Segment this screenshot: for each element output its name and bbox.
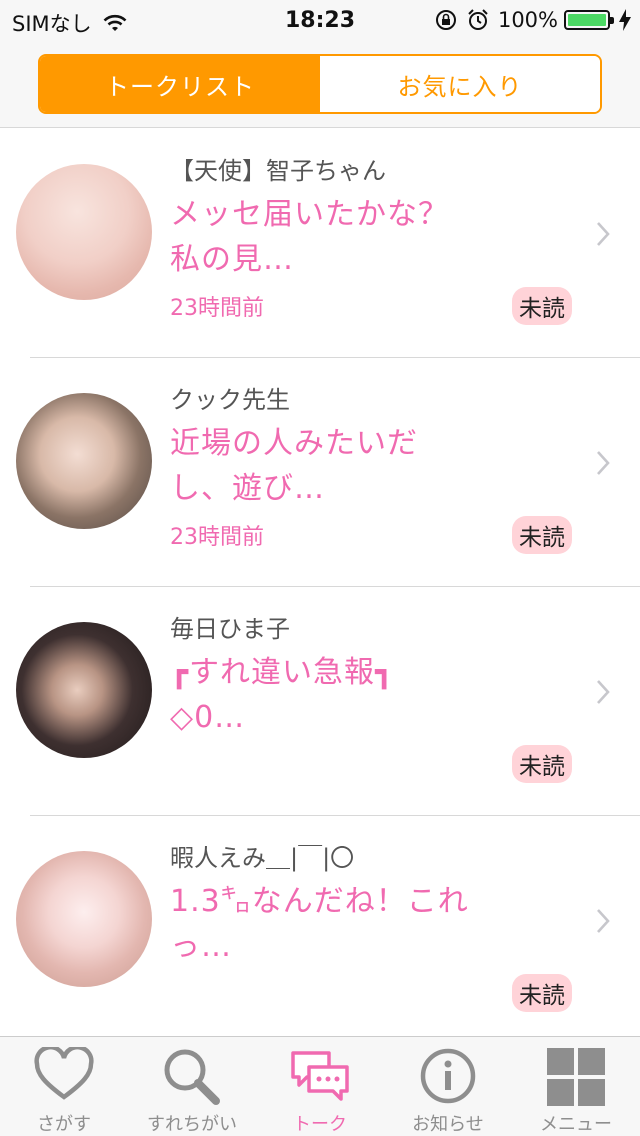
heart-icon xyxy=(34,1047,94,1100)
tab-surechigai[interactable]: すれちがい xyxy=(128,1037,256,1136)
conversation-list: 【天使】智子ちゃん メッセ届いたかな？ 私の見… 23時間前 未読 クック先生 … xyxy=(0,129,640,1045)
avatar xyxy=(16,393,152,529)
conversation-row[interactable]: 毎日ひま子 ┏すれ違い急報┓ ◇0… 未読 xyxy=(0,587,640,816)
charging-icon xyxy=(619,9,631,31)
conversation-row[interactable]: クック先生 近場の人みたいだ し、遊び… 23時間前 未読 xyxy=(0,358,640,587)
conversation-name: 暇人えみ＿|￣|〇 xyxy=(170,844,355,872)
conversation-time: 23時間前 xyxy=(170,296,264,321)
chevron-right-icon xyxy=(597,451,610,475)
search-icon xyxy=(164,1049,220,1105)
chat-icon xyxy=(291,1051,349,1101)
tab-talk[interactable]: トーク xyxy=(256,1037,384,1136)
conversation-row[interactable]: 【天使】智子ちゃん メッセ届いたかな？ 私の見… 23時間前 未読 xyxy=(0,129,640,358)
tab-label: メニュー xyxy=(540,1114,612,1135)
message-line: ┏すれ違い急報┓ xyxy=(170,655,395,690)
message-line: メッセ届いたかな？ xyxy=(170,197,449,232)
battery-tip xyxy=(610,17,614,24)
segmented-control: トークリスト お気に入り xyxy=(38,54,602,114)
conversation-name: 【天使】智子ちゃん xyxy=(170,157,386,185)
tab-label: すれちがい xyxy=(147,1114,237,1135)
status-bar: SIMなし 18:23 100% xyxy=(0,0,640,40)
message-line: 私の見… xyxy=(170,242,294,277)
bottom-tab-bar: さがす すれちがい トーク お知らせ メニュー xyxy=(0,1036,640,1136)
message-line: 1.3㌔なんだね！これ xyxy=(170,884,469,919)
header: トークリスト お気に入り xyxy=(0,40,640,128)
avatar xyxy=(16,851,152,987)
status-right: 100% xyxy=(434,8,632,32)
unread-badge: 未読 xyxy=(512,745,572,783)
chevron-right-icon xyxy=(597,680,610,704)
battery-percent: 100% xyxy=(497,8,558,32)
chevron-right-icon xyxy=(597,909,610,933)
tab-menu[interactable]: メニュー xyxy=(512,1037,640,1136)
message-line: し、遊び… xyxy=(170,471,325,506)
conversation-message: 近場の人みたいだ し、遊び… xyxy=(170,421,500,511)
conversation-message: 1.3㌔なんだね！これ っ… xyxy=(170,879,500,969)
unread-badge: 未読 xyxy=(512,287,572,325)
info-icon xyxy=(420,1048,476,1104)
battery-icon xyxy=(564,10,614,30)
tab-search[interactable]: さがす xyxy=(0,1037,128,1136)
tab-label: お知らせ xyxy=(412,1114,484,1135)
conversation-time: 23時間前 xyxy=(170,525,264,550)
tab-notifications[interactable]: お知らせ xyxy=(384,1037,512,1136)
chevron-right-icon xyxy=(597,222,610,246)
rotation-lock-icon xyxy=(435,10,456,30)
battery-fill xyxy=(568,14,606,26)
conversation-message: メッセ届いたかな？ 私の見… xyxy=(170,192,500,282)
conversation-message: ┏すれ違い急報┓ ◇0… xyxy=(170,650,500,740)
tab-label: さがす xyxy=(37,1114,91,1135)
unread-badge: 未読 xyxy=(512,516,572,554)
avatar xyxy=(16,164,152,300)
avatar xyxy=(16,622,152,758)
alarm-icon xyxy=(468,9,488,30)
tab-label: トーク xyxy=(293,1114,347,1135)
grid-menu-icon xyxy=(547,1048,605,1106)
conversation-row[interactable]: 暇人えみ＿|￣|〇 1.3㌔なんだね！これ っ… 未読 xyxy=(0,816,640,1045)
conversation-name: クック先生 xyxy=(170,386,290,414)
conversation-name: 毎日ひま子 xyxy=(170,615,290,643)
unread-badge: 未読 xyxy=(512,974,572,1012)
message-line: 近場の人みたいだ xyxy=(170,426,418,461)
message-line: ◇0… xyxy=(170,700,246,735)
tab-favorites[interactable]: お気に入り xyxy=(320,56,600,112)
tab-talk-list[interactable]: トークリスト xyxy=(40,56,320,112)
message-line: っ… xyxy=(170,929,232,964)
